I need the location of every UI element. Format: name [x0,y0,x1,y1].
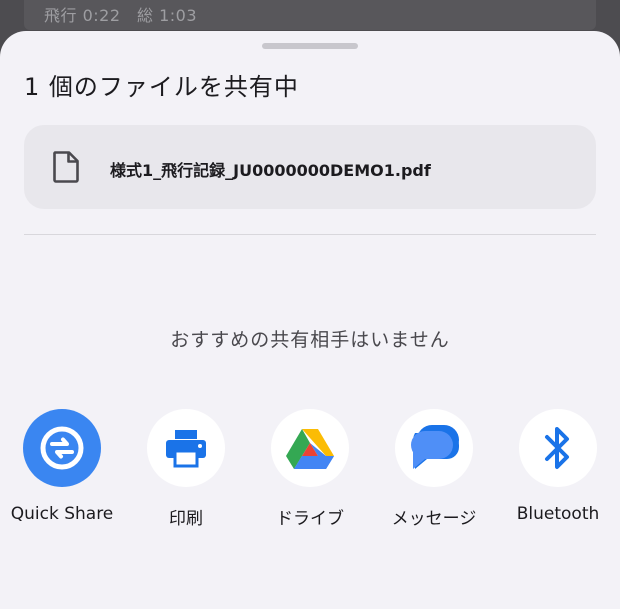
file-name: 様式1_飛行記録_JU0000000DEMO1.pdf [110,161,431,180]
share-target-drive[interactable]: ドライブ [248,409,372,539]
share-target-label: ドライブ [276,509,344,529]
sheet-title: 1 個のファイルを共有中 [24,73,299,101]
google-drive-icon [286,429,334,469]
document-icon [53,151,79,183]
share-target-label: Quick Share [10,504,114,524]
share-target-label: Bluetooth [516,504,600,524]
share-target-print[interactable]: 印刷 [124,409,248,539]
share-target-icon-circle [271,409,349,487]
share-target-quick-share[interactable]: Quick Share [0,409,124,539]
background-status-text: 飛行 0:22 総 1:03 [44,6,198,25]
share-target-bluetooth[interactable]: Bluetooth [496,409,620,539]
no-recommendations-message: おすすめの共有相手はいません [170,329,450,351]
share-target-label: メッセージ [391,509,477,529]
share-target-icon-circle [395,409,473,487]
file-preview-card: 様式1_飛行記録_JU0000000DEMO1.pdf [24,125,596,209]
share-target-icon-circle [519,409,597,487]
messages-icon [411,425,459,469]
share-target-messages[interactable]: メッセージ [372,409,496,539]
bluetooth-icon [545,427,569,469]
share-target-icon-circle [23,409,101,487]
share-targets-row: Quick Share 印刷 ドライブ メッセージ Bluetooth [0,409,620,539]
share-target-label: 印刷 [169,509,203,529]
share-target-icon-circle [147,409,225,487]
divider [24,234,596,235]
quick-share-icon [40,426,84,470]
drag-handle[interactable] [262,43,358,49]
printer-icon [166,430,206,468]
